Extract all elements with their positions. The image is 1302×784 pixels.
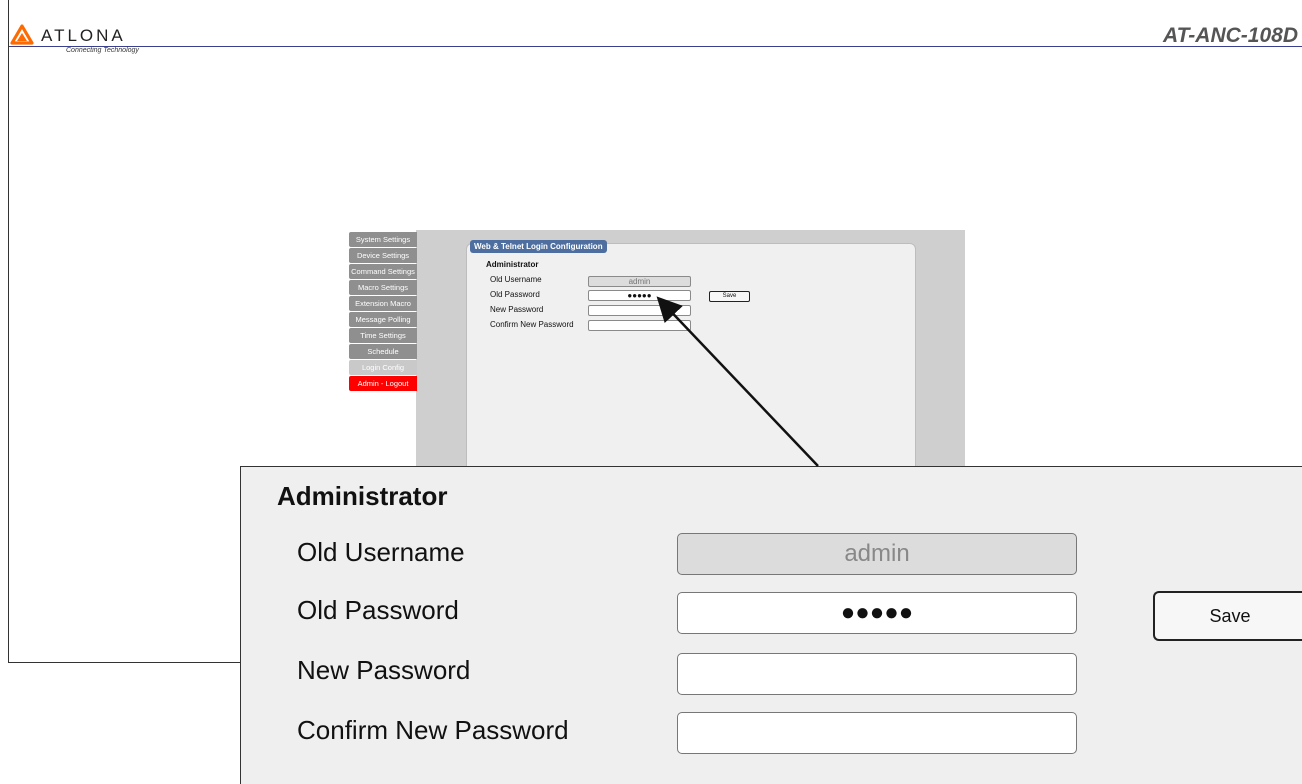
sidebar-item-time-settings[interactable]: Time Settings (349, 328, 417, 343)
section-heading: Administrator (486, 260, 539, 269)
confirm-password-label: Confirm New Password (490, 320, 574, 329)
old-password-field[interactable]: ●●●●● (588, 290, 691, 301)
model-number: AT-ANC-108D (1163, 24, 1298, 47)
zoom-new-password-field[interactable] (677, 653, 1077, 695)
zoom-old-username-label: Old Username (297, 537, 465, 567)
confirm-password-field[interactable] (588, 320, 691, 331)
zoom-section-heading: Administrator (277, 481, 448, 511)
zoom-old-username-field: admin (677, 533, 1077, 575)
zoom-old-password-field[interactable]: ●●●●● (677, 592, 1077, 634)
sidebar-menu: System Settings Device Settings Command … (349, 232, 417, 392)
atlona-logo-icon (10, 24, 34, 45)
panel-title: Web & Telnet Login Configuration (470, 240, 607, 253)
sidebar-item-command-settings[interactable]: Command Settings (349, 264, 417, 279)
brand-tagline: Connecting Technology (66, 47, 139, 54)
zoom-save-button[interactable]: Save (1153, 591, 1302, 641)
old-username-field: admin (588, 276, 691, 287)
zoom-confirm-password-label: Confirm New Password (297, 715, 569, 745)
sidebar-item-message-polling[interactable]: Message Polling (349, 312, 417, 327)
sidebar-item-device-settings[interactable]: Device Settings (349, 248, 417, 263)
zoom-callout: Administrator Old Username admin Old Pas… (240, 466, 1302, 784)
sidebar-item-system-settings[interactable]: System Settings (349, 232, 417, 247)
new-password-label: New Password (490, 305, 544, 314)
sidebar-item-login-config[interactable]: Login Config (349, 360, 417, 375)
sidebar-item-macro-settings[interactable]: Macro Settings (349, 280, 417, 295)
page-border-bottom (8, 662, 240, 663)
old-password-label: Old Password (490, 290, 540, 299)
new-password-field[interactable] (588, 305, 691, 316)
header-divider (8, 46, 1302, 47)
page-border-left (8, 0, 9, 663)
zoom-confirm-password-field[interactable] (677, 712, 1077, 754)
web-ui-screenshot: System Settings Device Settings Command … (349, 230, 965, 468)
old-username-label: Old Username (490, 275, 542, 284)
sidebar-item-schedule[interactable]: Schedule (349, 344, 417, 359)
save-button[interactable]: Save (709, 291, 750, 302)
zoom-old-password-label: Old Password (297, 595, 459, 625)
sidebar-item-admin-logout[interactable]: Admin - Logout (349, 376, 417, 391)
brand-name: ATLONA (41, 26, 126, 45)
zoom-new-password-label: New Password (297, 655, 471, 685)
sidebar-item-extension-macro[interactable]: Extension Macro (349, 296, 417, 311)
